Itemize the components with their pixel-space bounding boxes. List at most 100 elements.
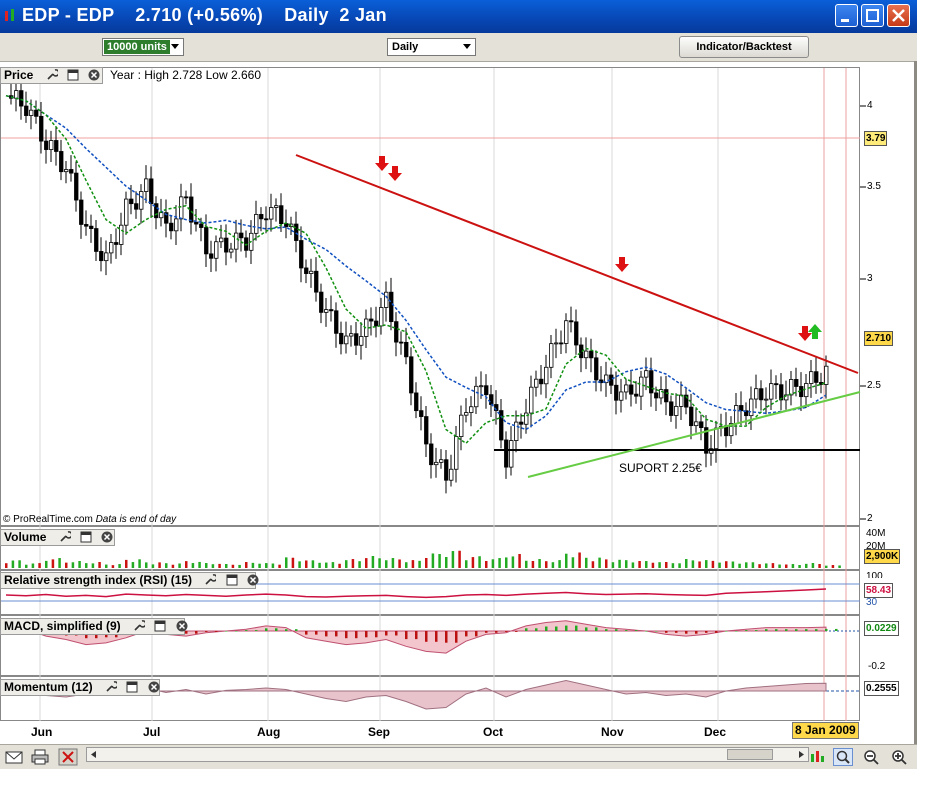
volume-bar: [545, 561, 548, 568]
candle-body: [454, 436, 459, 470]
price-panel-header: Price: [0, 67, 103, 84]
horizontal-scrollbar[interactable]: [86, 747, 809, 762]
candle-body: [624, 384, 629, 393]
indicator-backtest-button[interactable]: Indicator/Backtest: [679, 36, 809, 58]
macd-bar: [665, 631, 668, 633]
mail-icon[interactable]: [4, 748, 24, 766]
macd-bar: [415, 631, 418, 640]
volume-bar: [625, 560, 628, 568]
candle-body: [64, 169, 69, 173]
volume-bar: [345, 560, 348, 568]
wrench-icon[interactable]: [204, 574, 217, 586]
volume-bar: [198, 561, 201, 568]
close-panel-icon[interactable]: [176, 620, 188, 632]
macd-bar: [595, 627, 598, 631]
candle-body: [759, 388, 764, 401]
candle-body: [354, 333, 359, 346]
volume-bar: [98, 562, 101, 568]
scroll-thumb[interactable]: [727, 749, 773, 760]
window-icon[interactable]: [80, 531, 92, 543]
candle-body: [644, 370, 649, 378]
volume-bar: [818, 564, 821, 568]
macd-bar: [285, 629, 288, 631]
units-select[interactable]: 10000 units: [102, 38, 184, 56]
candle-body: [359, 336, 364, 346]
volume-bar: [511, 556, 515, 568]
macd-bar: [525, 628, 528, 631]
volume-bar: [65, 562, 68, 568]
chart-canvas[interactable]: [0, 61, 914, 744]
close-panel-icon[interactable]: [247, 574, 259, 586]
zoom-box-icon[interactable]: [833, 748, 853, 766]
macd-bar: [725, 631, 728, 632]
volume-bar: [231, 564, 235, 568]
volume-bar: [78, 561, 81, 568]
candle-body: [554, 342, 559, 345]
candle-body: [144, 178, 149, 192]
volume-bar: [178, 563, 181, 568]
candle-body: [794, 379, 799, 387]
candle-body: [394, 321, 399, 343]
candle-body: [769, 383, 774, 400]
close-panel-icon[interactable]: [101, 531, 113, 543]
volume-bar: [151, 564, 155, 568]
candle-body: [264, 218, 269, 221]
x-month-label: Nov: [601, 725, 624, 739]
volume-bar: [558, 560, 561, 568]
period-select[interactable]: Daily: [387, 38, 476, 56]
close-panel-icon[interactable]: [88, 69, 100, 81]
window-icon[interactable]: [154, 620, 166, 632]
candle-body: [439, 459, 444, 463]
window-icon[interactable]: [226, 574, 238, 586]
candle-body: [564, 320, 569, 344]
x-month-label: Jul: [143, 725, 161, 739]
macd-bar: [325, 631, 328, 637]
macd-panel-label: MACD, simplified (9): [4, 619, 121, 633]
volume-bar: [218, 563, 221, 568]
wrench-icon[interactable]: [105, 681, 118, 693]
wrench-icon[interactable]: [46, 69, 58, 81]
candle-body: [349, 333, 354, 337]
wrench-icon[interactable]: [59, 531, 71, 543]
macd-bar: [205, 631, 208, 632]
candle-body: [529, 386, 534, 414]
macd-bar: [365, 631, 368, 638]
volume-bar: [71, 562, 75, 568]
volume-bar: [431, 553, 435, 568]
wrench-icon[interactable]: [133, 620, 146, 632]
chart-type-icon[interactable]: [807, 748, 827, 766]
volume-bar: [11, 560, 15, 568]
volume-bar: [445, 557, 448, 568]
volume-bar: [331, 562, 335, 568]
minimize-button[interactable]: [835, 4, 858, 27]
macd-bar: [245, 630, 248, 631]
candle-body: [694, 421, 699, 427]
macd-bar: [445, 631, 448, 643]
close-icon: [892, 9, 905, 22]
close-button[interactable]: [887, 4, 910, 27]
zoom-in-icon[interactable]: [889, 748, 909, 766]
candle-body: [449, 468, 454, 481]
delete-drawings-icon[interactable]: [58, 748, 78, 766]
candle-body: [54, 140, 59, 152]
volume-bar: [685, 559, 688, 568]
volume-bar: [605, 559, 608, 568]
volume-bar: [165, 563, 168, 568]
scroll-right-icon[interactable]: [797, 750, 806, 759]
close-panel-icon[interactable]: [148, 681, 160, 693]
print-icon[interactable]: [30, 748, 50, 766]
zoom-out-icon[interactable]: [861, 748, 881, 766]
scroll-left-icon[interactable]: [89, 750, 98, 759]
candle-body: [479, 385, 484, 388]
volume-bar: [531, 561, 535, 568]
volume-bar: [291, 557, 295, 568]
volume-bar: [658, 562, 661, 568]
candle-body: [639, 376, 644, 397]
window-icon[interactable]: [126, 681, 138, 693]
candle-body: [809, 371, 814, 384]
maximize-button[interactable]: [861, 4, 884, 27]
volume-bar: [538, 559, 541, 568]
window-right-border: [914, 61, 917, 769]
candle-body: [399, 341, 404, 344]
window-icon[interactable]: [67, 69, 79, 81]
